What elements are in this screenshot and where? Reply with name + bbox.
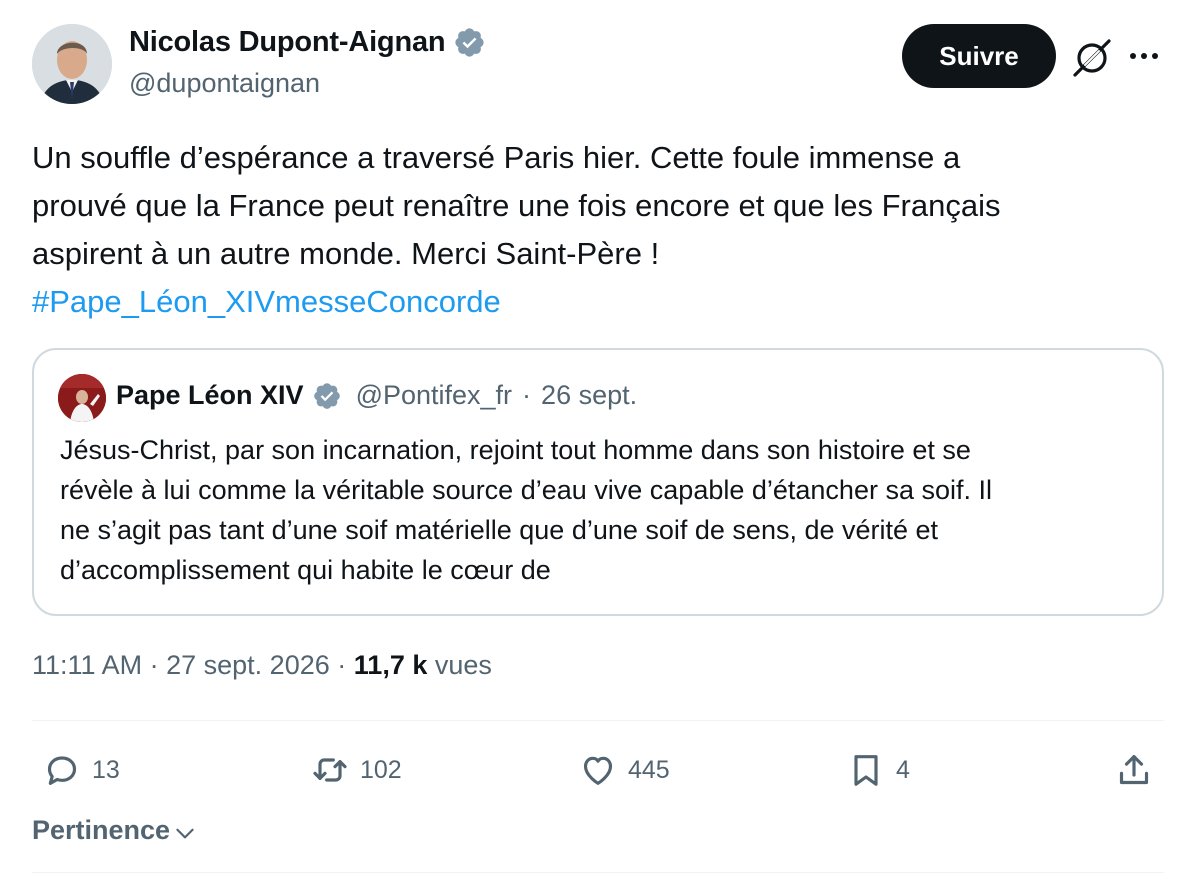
bookmark-button[interactable]: 4	[846, 748, 910, 792]
reply-button[interactable]: 13	[42, 748, 120, 792]
more-icon[interactable]	[1124, 36, 1164, 76]
divider	[32, 720, 1164, 721]
author-avatar[interactable]	[32, 24, 112, 104]
quoted-text-line: révèle à lui comme la véritable source d…	[60, 475, 992, 505]
reply-sort-dropdown[interactable]: Pertinence	[32, 814, 198, 846]
hashtag-link[interactable]: #Pape_Léon_XIVmesseConcorde	[32, 278, 1142, 326]
quoted-text-line: d’accomplissement qui habite le cœur de	[60, 555, 551, 585]
author-display-name[interactable]: Nicolas Dupont-Aignan	[129, 26, 446, 59]
quoted-tweet-card[interactable]: Pape Léon XIV @Pontifex_fr · 26 sept. Jé…	[32, 348, 1164, 616]
reply-icon	[47, 756, 77, 785]
tweet-meta: 11:11 AM · 27 sept. 2026 · 11,7 k vues	[32, 650, 492, 681]
heart-icon	[583, 756, 613, 785]
verified-badge-icon[interactable]	[312, 381, 342, 411]
grok-icon[interactable]	[1070, 36, 1114, 80]
reply-count: 13	[92, 755, 120, 784]
repost-count: 102	[360, 755, 402, 784]
bookmark-count: 4	[896, 755, 910, 784]
sort-label: Pertinence	[32, 814, 171, 845]
follow-button[interactable]: Suivre	[902, 24, 1056, 88]
chevron-down-icon	[176, 828, 194, 839]
verified-badge-icon[interactable]	[453, 26, 486, 59]
author-name-row: Nicolas Dupont-Aignan	[129, 26, 486, 59]
quoted-tweet-text: Jésus-Christ, par son incarnation, rejoi…	[60, 430, 1150, 590]
meta-separator: ·	[337, 650, 347, 680]
quoted-handle[interactable]: @Pontifex_fr	[356, 380, 512, 411]
quoted-text-line: Jésus-Christ, par son incarnation, rejoi…	[60, 435, 971, 465]
tweet-text-line: Un souffle d’espérance a traversé Paris …	[32, 140, 961, 175]
quoted-date[interactable]: 26 sept.	[541, 380, 637, 411]
tweet-time[interactable]: 11:11 AM	[32, 650, 142, 680]
views-count[interactable]: 11,7 k	[354, 650, 428, 680]
views-label: vues	[434, 650, 492, 680]
repost-icon	[313, 758, 347, 782]
bookmark-icon	[854, 755, 878, 786]
quoted-text-line: ne s’agit pas tant d’une soif matérielle…	[60, 515, 939, 545]
meta-separator: ·	[149, 650, 159, 680]
tweet-text: Un souffle d’espérance a traversé Paris …	[32, 134, 1142, 326]
repost-button[interactable]: 102	[310, 748, 402, 792]
tweet-text-line: aspirent à un autre monde. Merci Saint-P…	[32, 236, 660, 271]
quoted-author-avatar[interactable]	[58, 374, 106, 422]
tweet-date[interactable]: 27 sept. 2026	[166, 650, 330, 680]
tweet-detail: Nicolas Dupont-Aignan @dupontaignan Suiv…	[0, 0, 1196, 876]
share-icon	[1119, 755, 1149, 785]
share-button[interactable]	[1114, 748, 1154, 792]
quoted-display-name[interactable]: Pape Léon XIV	[116, 380, 304, 411]
meta-separator: ·	[522, 380, 532, 410]
like-count: 445	[628, 755, 670, 784]
like-button[interactable]: 445	[578, 748, 670, 792]
quoted-header: Pape Léon XIV @Pontifex_fr · 26 sept.	[116, 380, 637, 411]
divider	[32, 872, 1164, 873]
tweet-text-line: prouvé que la France peut renaître une f…	[32, 188, 1001, 223]
author-handle[interactable]: @dupontaignan	[129, 68, 320, 99]
